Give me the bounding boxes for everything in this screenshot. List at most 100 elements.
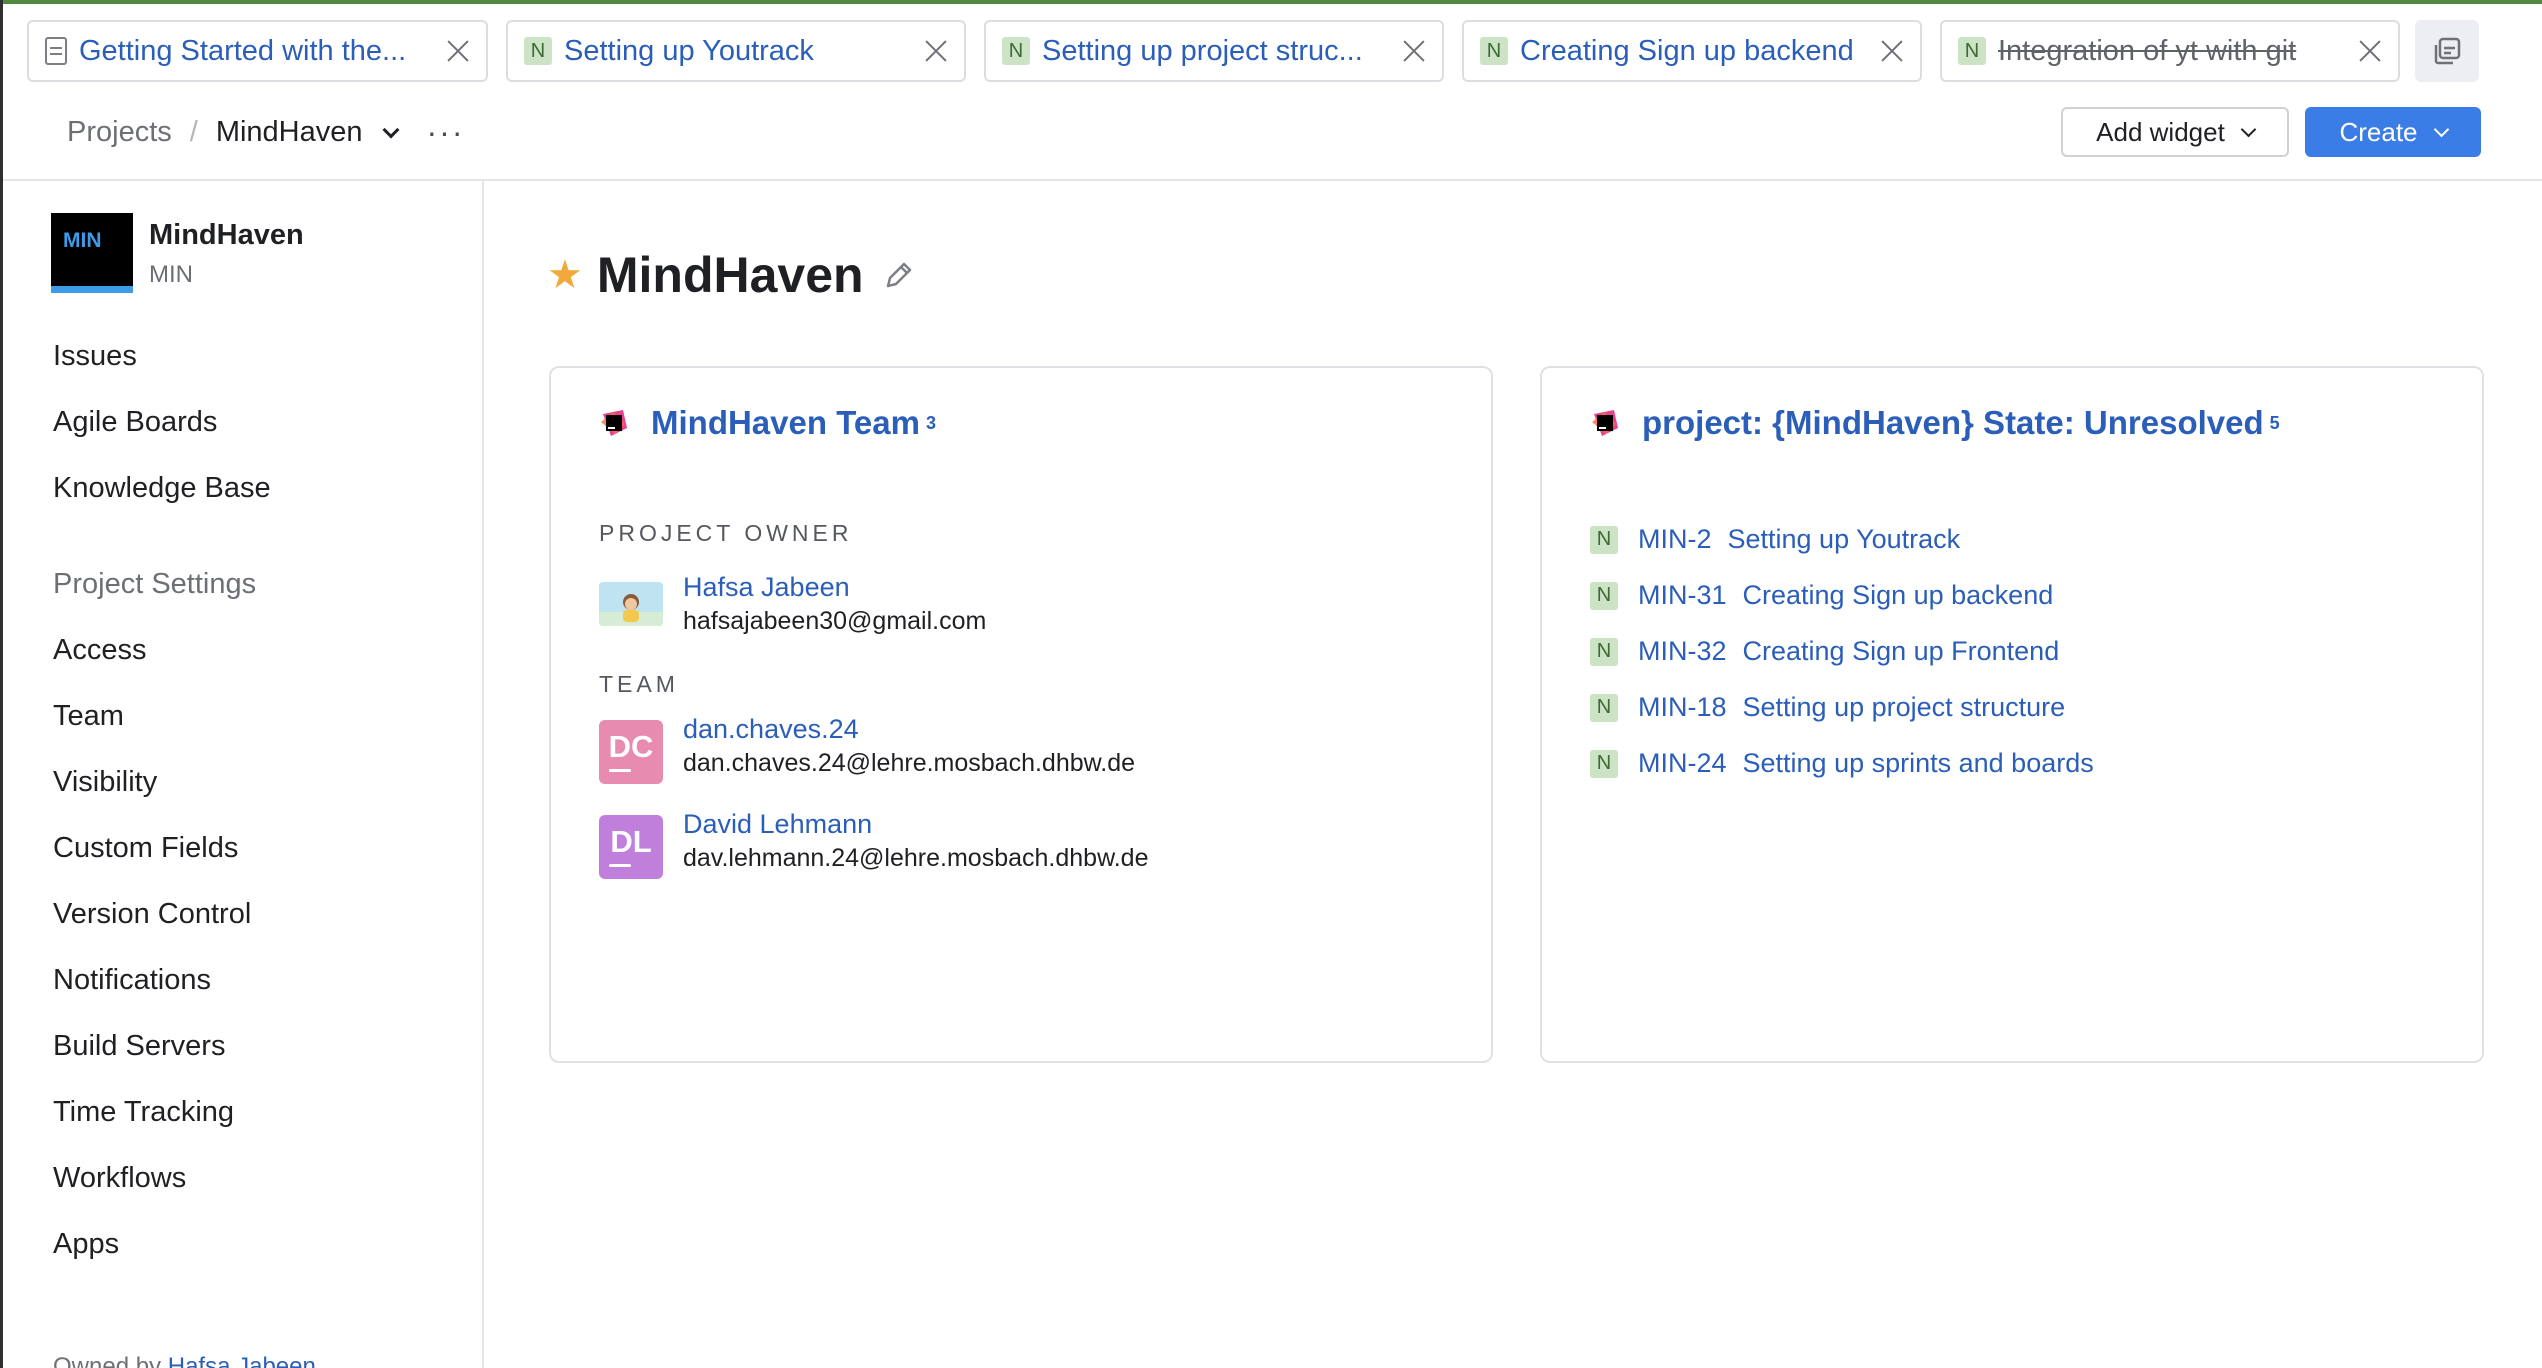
member-email: dan.chaves.24@lehre.mosbach.dhbw.de <box>683 749 1136 777</box>
issue-row[interactable]: N MIN-31 Creating Sign up backend <box>1590 580 2053 611</box>
avatar-bar <box>609 769 631 772</box>
tab-setting-up-project-structure[interactable]: N Setting up project struc... <box>984 20 1444 82</box>
owner-link[interactable]: Hafsa Jabeen <box>168 1353 316 1368</box>
sidebar-item-build-servers[interactable]: Build Servers <box>53 1030 225 1063</box>
issue-type-badge: N <box>1590 581 1618 610</box>
sidebar-item-knowledge-base[interactable]: Knowledge Base <box>53 472 271 505</box>
team-label: TEAM <box>599 671 679 697</box>
chevron-down-icon <box>2240 121 2257 137</box>
issue-type-badge: N <box>1590 525 1618 554</box>
breadcrumb-projects-link[interactable]: Projects <box>67 116 172 149</box>
breadcrumb-separator: / <box>189 116 198 148</box>
open-tabs-panel-button[interactable] <box>2415 20 2479 82</box>
issue-summary: Setting up project structure <box>1742 692 2066 722</box>
sidebar-item-notifications[interactable]: Notifications <box>53 964 211 997</box>
add-widget-label: Add widget <box>2096 116 2225 147</box>
project-owner: Hafsa Jabeen hafsajabeen30@gmail.com <box>599 572 986 638</box>
member-info: David Lehmann dav.lehmann.24@lehre.mosba… <box>683 807 1149 875</box>
team-widget-title: MindHaven Team <box>651 404 920 441</box>
owner-info: Hafsa Jabeen hafsajabeen30@gmail.com <box>683 570 986 638</box>
chevron-down-icon[interactable] <box>382 121 400 138</box>
tab-getting-started[interactable]: Getting Started with the... <box>27 20 488 82</box>
avatar-initials: DC <box>608 729 654 764</box>
close-icon[interactable] <box>1400 37 1428 65</box>
team-member: DC dan.chaves.24 dan.chaves.24@lehre.mos… <box>599 714 1136 784</box>
sidebar-item-agile-boards[interactable]: Agile Boards <box>53 406 217 439</box>
sidebar-item-visibility[interactable]: Visibility <box>53 766 157 799</box>
sidebar-section-project-settings[interactable]: Project Settings <box>53 568 256 601</box>
page-title: MindHaven <box>596 247 864 303</box>
close-icon[interactable] <box>2356 37 2384 65</box>
breadcrumb: Projects / MindHaven ··· <box>67 114 464 151</box>
tab-label: Creating Sign up backend <box>1520 34 1854 67</box>
issue-id: MIN-18 <box>1638 692 1727 722</box>
issue-row[interactable]: N MIN-18 Setting up project structure <box>1590 692 2065 723</box>
document-icon <box>45 37 67 65</box>
sidebar-item-time-tracking[interactable]: Time Tracking <box>53 1096 234 1129</box>
owner-email: hafsajabeen30@gmail.com <box>683 607 987 635</box>
issue-type-badge: N <box>1590 749 1618 778</box>
tab-strip: Getting Started with the... N Setting up… <box>27 20 2400 84</box>
tab-integration-yt-git[interactable]: N Integration of yt with git <box>1940 20 2400 82</box>
tab-setting-up-youtrack[interactable]: N Setting up Youtrack <box>506 20 966 82</box>
team-widget: MindHaven Team 3 PROJECT OWNER Hafsa Jab… <box>549 366 1493 1063</box>
chevron-down-icon <box>2433 121 2449 137</box>
sidebar-item-workflows[interactable]: Workflows <box>53 1162 186 1195</box>
issue-summary: Creating Sign up backend <box>1742 580 2054 610</box>
member-name-link[interactable]: David Lehmann <box>683 807 1149 841</box>
team-count: 3 <box>925 412 936 433</box>
sidebar-item-apps[interactable]: Apps <box>53 1228 119 1261</box>
pencil-icon[interactable] <box>882 258 916 292</box>
member-email: dav.lehmann.24@lehre.mosbach.dhbw.de <box>683 844 1149 872</box>
create-label: Create <box>2339 116 2418 147</box>
page-title-row: ★ MindHaven <box>547 246 916 304</box>
issues-widget-header[interactable]: project: {MindHaven} State: Unresolved 5 <box>1590 404 2280 442</box>
youtrack-logo-icon <box>1592 410 1618 436</box>
issue-type-badge: N <box>1002 37 1030 65</box>
sidebar-item-version-control[interactable]: Version Control <box>53 898 251 931</box>
add-widget-button[interactable]: Add widget <box>2061 107 2289 157</box>
issues-widget-title: project: {MindHaven} State: Unresolved <box>1642 404 2264 441</box>
sidebar-project-key: MIN <box>149 261 193 288</box>
tab-label: Setting up project struc... <box>1042 34 1363 67</box>
owned-by-text: Owned by Hafsa Jabeen <box>53 1353 316 1368</box>
issue-summary: Setting up Youtrack <box>1727 524 1961 554</box>
close-icon[interactable] <box>444 37 472 65</box>
avatar <box>599 582 663 626</box>
issue-type-badge: N <box>1590 637 1618 666</box>
app-window: Getting Started with the... N Setting up… <box>0 0 2542 1368</box>
member-name-link[interactable]: dan.chaves.24 <box>683 712 1135 746</box>
issue-type-badge: N <box>524 37 552 65</box>
issue-row[interactable]: N MIN-2 Setting up Youtrack <box>1590 524 1960 555</box>
owner-name-link[interactable]: Hafsa Jabeen <box>683 570 986 604</box>
team-widget-header[interactable]: MindHaven Team 3 <box>599 404 936 442</box>
more-actions-button[interactable]: ··· <box>427 114 465 151</box>
close-icon[interactable] <box>1878 37 1906 65</box>
top-accent-bar <box>3 0 2542 4</box>
sidebar-item-custom-fields[interactable]: Custom Fields <box>53 832 238 865</box>
issue-id: MIN-2 <box>1638 524 1712 554</box>
issue-id: MIN-31 <box>1638 580 1727 610</box>
breadcrumb-project-selector[interactable]: MindHaven <box>216 116 363 149</box>
issue-id: MIN-24 <box>1638 748 1727 778</box>
sidebar-item-access[interactable]: Access <box>53 634 146 667</box>
sidebar-item-team[interactable]: Team <box>53 700 124 733</box>
issues-count: 5 <box>2269 412 2280 433</box>
sidebar-project-name[interactable]: MindHaven <box>149 219 304 252</box>
unresolved-issues-widget: project: {MindHaven} State: Unresolved 5… <box>1540 366 2484 1063</box>
issue-id: MIN-32 <box>1638 636 1727 666</box>
avatar-initials: DL <box>610 824 652 859</box>
avatar: DC <box>599 720 663 784</box>
issue-row[interactable]: N MIN-32 Creating Sign up Frontend <box>1590 636 2059 667</box>
tab-label: Setting up Youtrack <box>564 34 814 67</box>
avatar-bar <box>609 864 631 867</box>
issue-row[interactable]: N MIN-24 Setting up sprints and boards <box>1590 748 2094 779</box>
issue-type-badge: N <box>1958 37 1986 65</box>
star-icon[interactable]: ★ <box>547 252 583 298</box>
tab-creating-sign-up-backend[interactable]: N Creating Sign up backend <box>1462 20 1922 82</box>
create-button[interactable]: Create <box>2305 107 2481 157</box>
copy-panel-icon <box>2434 37 2461 65</box>
sidebar: MIN MindHaven MIN Issues Agile Boards Kn… <box>3 181 484 1368</box>
sidebar-item-issues[interactable]: Issues <box>53 340 137 373</box>
close-icon[interactable] <box>922 37 950 65</box>
